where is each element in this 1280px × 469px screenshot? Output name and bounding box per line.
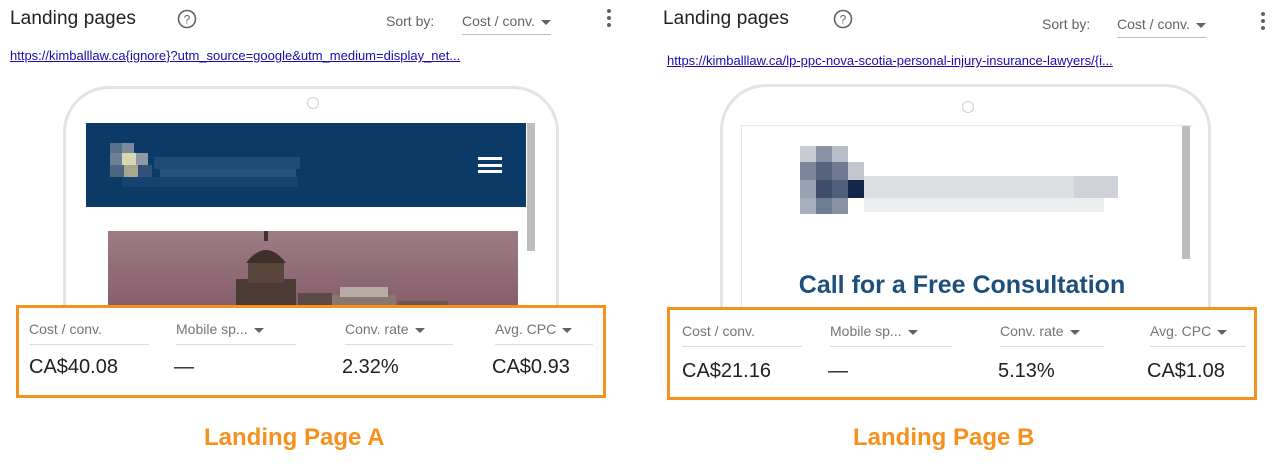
- preview-scrollbar: [1182, 126, 1190, 259]
- metric-header-mobile-speed[interactable]: Mobile sp...: [176, 321, 296, 345]
- svg-text:?: ?: [184, 13, 191, 27]
- metric-header-cost-per-conv: Cost / conv.: [682, 323, 802, 347]
- metric-header-cost-per-conv: Cost / conv.: [29, 321, 149, 345]
- site-logo-blurred: [800, 146, 1118, 214]
- device-camera: [307, 97, 319, 109]
- metric-value-conv-rate: 5.13%: [998, 360, 1055, 382]
- metric-header-mobile-speed[interactable]: Mobile sp...: [830, 323, 952, 347]
- dropdown-arrow-icon: [1069, 329, 1080, 335]
- more-options-icon[interactable]: [1260, 12, 1266, 34]
- mobile-preview-frame: Call for a Free Consultation: [720, 84, 1211, 326]
- sort-by-value: Cost / conv.: [1117, 16, 1190, 32]
- sort-by-dropdown[interactable]: Cost / conv.: [462, 13, 551, 35]
- metrics-summary-b: Cost / conv. Mobile sp... Conv. rate Avg…: [667, 307, 1257, 400]
- hamburger-menu-icon: [478, 157, 502, 173]
- mobile-preview-frame: [63, 86, 559, 328]
- metric-header-conv-rate[interactable]: Conv. rate: [345, 321, 453, 345]
- dropdown-arrow-icon: [540, 19, 551, 25]
- dropdown-arrow-icon: [1195, 22, 1206, 28]
- caption-landing-page-a: Landing Page A: [204, 424, 385, 451]
- landing-pages-card-b: Landing pages ? Sort by: Cost / conv. ht…: [655, 0, 1280, 469]
- sort-by-label: Sort by:: [1042, 16, 1091, 32]
- svg-text:?: ?: [840, 13, 847, 27]
- metric-header-avg-cpc[interactable]: Avg. CPC: [495, 321, 593, 345]
- metric-value-avg-cpc: CA$1.08: [1147, 360, 1225, 382]
- metric-value-cost-per-conv: CA$21.16: [682, 360, 771, 382]
- sort-by-value: Cost / conv.: [462, 13, 535, 29]
- site-logo-blurred: [110, 143, 300, 187]
- dropdown-arrow-icon: [414, 327, 425, 333]
- caption-landing-page-b: Landing Page B: [853, 424, 1035, 451]
- help-icon[interactable]: ?: [833, 9, 853, 29]
- card-title: Landing pages: [10, 8, 136, 29]
- dropdown-arrow-icon: [562, 327, 573, 333]
- preview-scrollbar: [527, 123, 535, 251]
- dropdown-arrow-icon: [907, 329, 918, 335]
- cta-heading: Call for a Free Consultation: [798, 271, 1126, 299]
- landing-page-url-link[interactable]: https://kimballlaw.ca{ignore}?utm_source…: [10, 48, 620, 63]
- sort-by-dropdown[interactable]: Cost / conv.: [1117, 16, 1206, 38]
- card-title: Landing pages: [663, 8, 789, 29]
- site-header: [86, 123, 526, 207]
- dropdown-arrow-icon: [1217, 329, 1228, 335]
- metric-value-avg-cpc: CA$0.93: [492, 356, 570, 378]
- dropdown-arrow-icon: [253, 327, 264, 333]
- metric-header-conv-rate[interactable]: Conv. rate: [1000, 323, 1104, 347]
- metric-value-cost-per-conv: CA$40.08: [29, 356, 118, 378]
- metric-value-mobile-speed: —: [174, 356, 194, 378]
- mobile-preview-screen: Call for a Free Consultation: [741, 125, 1193, 326]
- metric-value-mobile-speed: —: [828, 360, 848, 382]
- metric-header-avg-cpc[interactable]: Avg. CPC: [1150, 323, 1246, 347]
- help-icon[interactable]: ?: [177, 9, 197, 29]
- landing-pages-card-a: Landing pages ? Sort by: Cost / conv. ht…: [0, 0, 625, 469]
- device-camera: [962, 101, 974, 113]
- metrics-summary-a: Cost / conv. Mobile sp... Conv. rate Avg…: [16, 305, 606, 398]
- mobile-preview-screen: [86, 123, 536, 328]
- sort-by-label: Sort by:: [386, 13, 435, 29]
- landing-page-url-link[interactable]: https://kimballlaw.ca/lp-ppc-nova-scotia…: [667, 53, 1267, 68]
- metric-value-conv-rate: 2.32%: [342, 356, 399, 378]
- more-options-icon[interactable]: [606, 9, 612, 31]
